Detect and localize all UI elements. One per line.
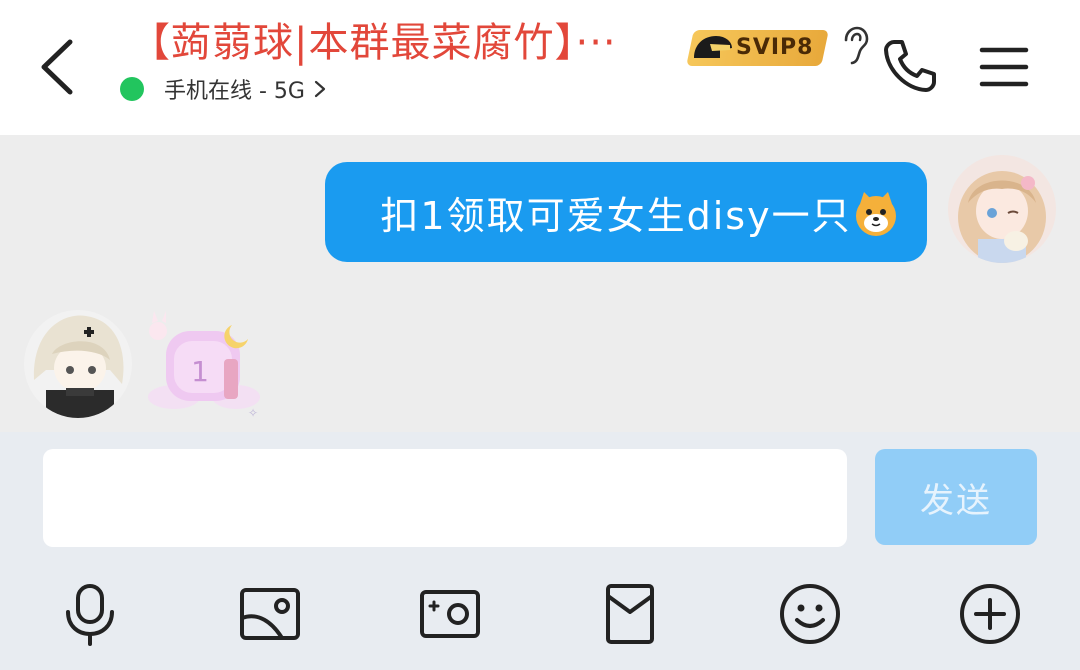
emoji-icon[interactable] <box>778 582 842 646</box>
anime-girl-avatar-image <box>948 155 1056 263</box>
peer-avatar[interactable] <box>24 310 132 418</box>
microphone-icon[interactable] <box>58 582 122 646</box>
bunny-cloud-sticker-image: 1 ✧ <box>148 311 260 420</box>
dog-face-emoji-icon <box>856 192 896 236</box>
message-text: 扣1领取可爱女生disy一只 <box>380 193 852 238</box>
online-status[interactable]: 手机在线 - 5G <box>120 72 327 106</box>
outgoing-message-bubble[interactable]: 扣1领取可爱女生disy一只 <box>325 162 927 262</box>
online-status-text: 手机在线 - 5G <box>164 79 305 104</box>
sticker-glyph: 1 <box>191 355 209 388</box>
back-arrow-icon[interactable] <box>30 30 90 105</box>
ear-icon[interactable] <box>838 26 870 66</box>
online-dot-icon <box>120 77 144 101</box>
incoming-sticker[interactable]: 1 ✧ <box>136 305 266 420</box>
my-avatar[interactable] <box>948 155 1056 263</box>
helmet-icon <box>694 36 732 58</box>
image-icon[interactable] <box>238 582 302 646</box>
phone-call-icon[interactable] <box>880 36 940 96</box>
svip-label: SVIP8 <box>736 35 814 60</box>
chat-title[interactable]: 【蒟蒻球|本群最菜腐竹】··· <box>130 18 675 68</box>
svg-text:✧: ✧ <box>248 406 258 420</box>
anime-character-avatar-image <box>24 310 132 418</box>
send-button[interactable]: 发送 <box>875 449 1037 545</box>
message-input[interactable] <box>43 449 847 547</box>
camera-icon[interactable] <box>418 582 482 646</box>
svip-badge[interactable]: SVIP8 <box>686 30 829 66</box>
message-list[interactable]: 扣1领取可爱女生disy一只 1 ✧ <box>0 135 1080 432</box>
composer-area: 发送 <box>0 432 1080 670</box>
red-packet-icon[interactable] <box>598 582 662 646</box>
plus-icon[interactable] <box>958 582 1022 646</box>
menu-icon[interactable] <box>978 44 1030 90</box>
chevron-right-icon <box>314 80 326 98</box>
chat-header: 【蒟蒻球|本群最菜腐竹】··· 手机在线 - 5G SVIP8 <box>0 0 1080 135</box>
